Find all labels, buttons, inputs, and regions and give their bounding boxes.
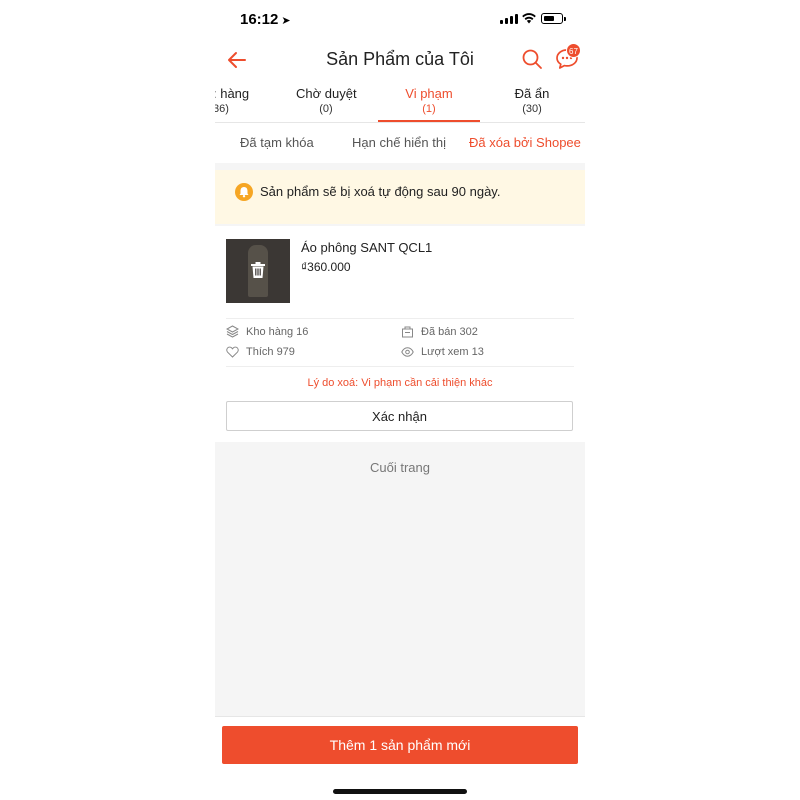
stock-stat: Kho hàng 16: [226, 325, 308, 338]
wifi-icon: [522, 13, 536, 24]
trash-icon: [251, 262, 265, 278]
layers-icon: [226, 325, 239, 338]
bottom-bar: Thêm 1 sản phẩm mới: [215, 716, 585, 800]
delete-reason: Lý do xoá: Vi phạm cần cải thiện khác: [307, 377, 493, 389]
likes-text: Thích 979: [246, 346, 295, 358]
tab-count: 36): [215, 103, 229, 115]
tab-count: (1): [422, 103, 436, 115]
active-tab-indicator: [378, 120, 480, 122]
stock-text: Kho hàng 16: [246, 325, 309, 338]
product-price: ₫360.000: [301, 260, 351, 274]
divider: [226, 366, 574, 367]
sold-text: Đã bán 302: [421, 325, 478, 338]
views-stat: Lượt xem 13: [401, 346, 484, 358]
subtab-suspended[interactable]: Đã tạm khóa: [240, 135, 314, 150]
tab-count: (0): [319, 103, 333, 115]
subtab-deleted-by-shopee[interactable]: Đã xóa bởi Shopee: [469, 135, 581, 150]
tab-hidden[interactable]: Đã ẩn (30): [502, 86, 562, 115]
confirm-button[interactable]: Xác nhận: [226, 401, 573, 431]
search-icon[interactable]: [521, 48, 543, 70]
notice-text: Sản phẩm sẽ bị xoá tự động sau 90 ngày.: [260, 184, 501, 199]
home-indicator: [333, 789, 467, 794]
status-bar: 16:12 ➤: [215, 0, 585, 40]
likes-stat: Thích 979: [226, 346, 295, 358]
product-thumbnail[interactable]: [226, 239, 290, 303]
box-icon: [402, 326, 413, 338]
chat-badge: 67: [566, 43, 581, 58]
time-text: 16:12: [240, 11, 279, 28]
end-of-list-label: Cuối trang: [370, 460, 430, 475]
heart-icon: [226, 346, 239, 358]
subtab-limited-display[interactable]: Hạn chế hiển thị: [352, 135, 446, 150]
auto-delete-notice: Sản phẩm sẽ bị xoá tự động sau 90 ngày.: [215, 170, 585, 224]
navigation-bar: Sản Phẩm của Tôi 67: [215, 40, 585, 80]
location-arrow-icon: ➤: [281, 15, 291, 27]
tab-label: : hàng: [215, 86, 250, 101]
views-text: Lượt xem 13: [421, 346, 484, 358]
status-tabs: : hàng 36) Chờ duyệt (0) Vi phạm (1) Đã …: [215, 82, 585, 123]
tab-count: (30): [522, 103, 542, 115]
tab-label: Chờ duyệt: [296, 86, 357, 101]
product-name[interactable]: Áo phông SANT QCL1: [301, 240, 432, 255]
tab-label: Vi phạm: [405, 86, 453, 101]
divider: [226, 318, 574, 319]
product-card: Áo phông SANT QCL1 ₫360.000 Kho hàng 16 …: [215, 226, 585, 442]
sold-stat: Đã bán 302: [401, 325, 478, 338]
phone-screen: 16:12 ➤ Sản Phẩm của Tôi 67 : hàng 36) C…: [215, 0, 585, 800]
battery-icon: [541, 13, 566, 24]
bell-icon: [235, 183, 253, 201]
tab-pending-review[interactable]: Chờ duyệt (0): [296, 86, 357, 115]
violation-subtabs: Đã tạm khóa Hạn chế hiển thị Đã xóa bởi …: [215, 123, 585, 163]
tab-label: Đã ẩn: [514, 86, 550, 101]
add-product-button[interactable]: Thêm 1 sản phẩm mới: [222, 726, 578, 764]
eye-icon: [401, 347, 414, 357]
tab-in-stock[interactable]: : hàng 36): [215, 86, 249, 115]
tab-violations[interactable]: Vi phạm (1): [398, 86, 460, 115]
status-time: 16:12 ➤: [240, 11, 291, 28]
cellular-signal-icon: [500, 14, 518, 24]
